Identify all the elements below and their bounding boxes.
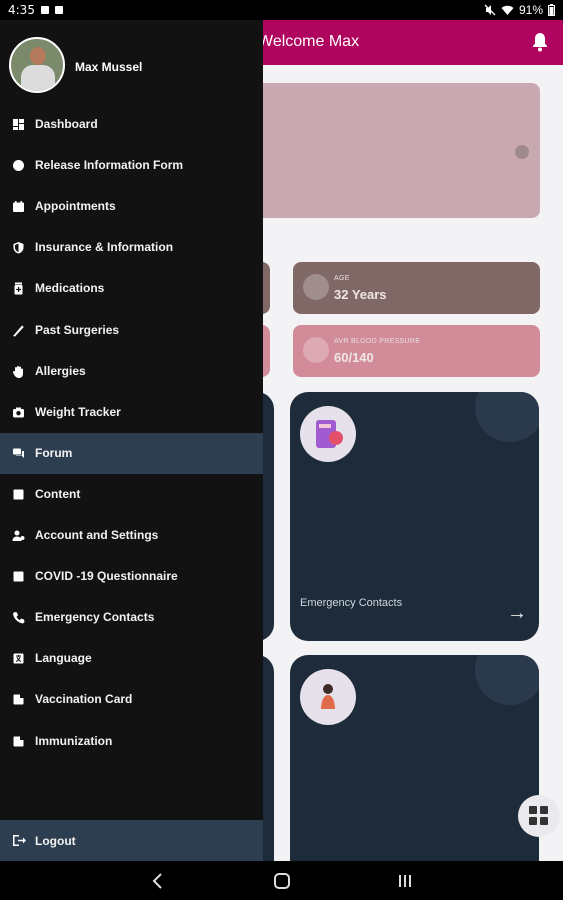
menu-item-label: Account and Settings (35, 528, 159, 542)
scalpel-icon (13, 325, 24, 336)
home-icon[interactable] (272, 871, 292, 891)
blood-pressure-card[interactable]: AVR BLOOD PRESSURE 60/140 (293, 325, 540, 377)
age-label: AGE (334, 275, 350, 282)
contacts-icon (300, 406, 356, 462)
menu-item-language[interactable]: Language (0, 638, 263, 679)
menu-item-vaccination-card[interactable]: Vaccination Card (0, 679, 263, 720)
profile-name: Max Mussel (75, 60, 143, 74)
medication-icon (14, 282, 23, 295)
status-bar: 4:35 91% (0, 0, 563, 20)
image-icon (54, 6, 63, 14)
menu-item-immunization[interactable]: Immunization (0, 721, 263, 762)
menu-item-allergies[interactable]: Allergies (0, 351, 263, 392)
menu-item-label: Past Surgeries (35, 322, 120, 337)
grid-cell (540, 806, 548, 814)
account-settings-icon (12, 530, 25, 541)
menu-item-label: Vaccination Card (35, 692, 133, 707)
arrow-right-icon[interactable]: → (507, 602, 527, 625)
card-icon (13, 694, 24, 705)
vaccine-card[interactable] (290, 655, 539, 861)
age-value: 32 Years (334, 287, 387, 302)
check-icon (515, 145, 529, 159)
menu-item-label: Content (35, 486, 81, 501)
content-icon (13, 489, 24, 500)
menu-item-weight-tracker[interactable]: Weight Tracker (0, 392, 263, 433)
info-icon (13, 160, 24, 172)
menu-item-account-and-settings[interactable]: Account and Settings (0, 515, 263, 556)
shield-icon (13, 242, 24, 254)
menu-item-past-surgeries[interactable]: Past Surgeries (0, 310, 263, 351)
avatar-body (21, 65, 55, 91)
battery-icon (548, 4, 555, 16)
questionnaire-icon (13, 571, 24, 582)
banner-image[interactable] (250, 83, 540, 218)
avatar[interactable] (9, 37, 65, 93)
logout-label: Logout (35, 834, 76, 848)
menu-item-release-information-form[interactable]: Release Information Form (0, 145, 263, 186)
menu-item-content[interactable]: Content (0, 474, 263, 515)
wifi-icon (501, 5, 514, 15)
menu-item-label: Medications (35, 281, 105, 296)
menu-item-covid-19-questionnaire[interactable]: COVID -19 Questionnaire (0, 556, 263, 597)
menu-item-label: Appointments (35, 199, 116, 214)
language-icon (13, 653, 24, 664)
navigation-drawer: Max Mussel Dashboard Release Information … (0, 20, 263, 861)
blood-pressure-label: AVR BLOOD PRESSURE (334, 338, 421, 345)
profile-header[interactable]: Max Mussel (0, 20, 263, 110)
avatar-head (30, 47, 46, 65)
age-card[interactable]: AGE 32 Years (293, 262, 540, 314)
system-nav-bar (0, 861, 563, 900)
menu-item-label: Release Information Form (35, 158, 184, 173)
page-title: Welcome Max (258, 33, 360, 50)
calendar-icon (13, 201, 24, 213)
logout-icon (13, 835, 26, 846)
phone-icon (13, 612, 25, 624)
logout-button[interactable]: Logout (0, 820, 263, 861)
vaccine-icon (300, 669, 356, 725)
menu-item-insurance-information[interactable]: Insurance & Information (0, 227, 263, 268)
menu-item-label: Emergency Contacts (35, 610, 155, 625)
menu-item-label: Forum (35, 445, 73, 460)
age-icon (303, 274, 329, 300)
menu-item-emergency-contacts[interactable]: Emergency Contacts (0, 597, 263, 638)
emergency-contacts-label: Emergency Contacts (300, 597, 403, 609)
menu-item-label: Dashboard (35, 117, 98, 131)
forum-icon (13, 448, 24, 458)
camera-icon (13, 407, 24, 418)
decorative-bubble (475, 655, 539, 705)
grid-cell (529, 806, 537, 814)
blood-pressure-icon (303, 337, 329, 363)
recents-icon[interactable] (395, 871, 415, 891)
dashboard-icon (13, 119, 24, 130)
hand-icon (12, 365, 23, 378)
menu-item-label: COVID -19 Questionnaire (35, 569, 178, 584)
grid-menu-button[interactable] (518, 795, 560, 837)
mute-icon (484, 4, 496, 16)
emergency-contacts-card[interactable]: Emergency Contacts → (290, 392, 539, 641)
notification-icon (40, 6, 49, 14)
menu-item-label: Insurance & Information (35, 240, 174, 255)
blood-pressure-value: 60/140 (334, 350, 374, 365)
menu-item-label: Language (35, 651, 92, 666)
menu-item-appointments[interactable]: Appointments (0, 186, 263, 227)
bell-icon[interactable] (532, 32, 548, 52)
menu-item-medications[interactable]: Medications (0, 268, 263, 309)
menu-item-label: Allergies (35, 363, 86, 378)
menu-item-label: Weight Tracker (35, 404, 121, 419)
battery-level: 91% (518, 3, 543, 17)
decorative-bubble (475, 392, 539, 442)
menu-item-label: Immunization (35, 733, 113, 748)
status-time: 4:35 (8, 3, 35, 17)
back-icon[interactable] (148, 871, 168, 891)
menu-item-forum[interactable]: Forum (0, 432, 263, 474)
grid-cell (540, 817, 548, 825)
menu-item-dashboard[interactable]: Dashboard (0, 104, 263, 145)
grid-cell (529, 817, 537, 825)
immunization-icon (13, 736, 24, 746)
